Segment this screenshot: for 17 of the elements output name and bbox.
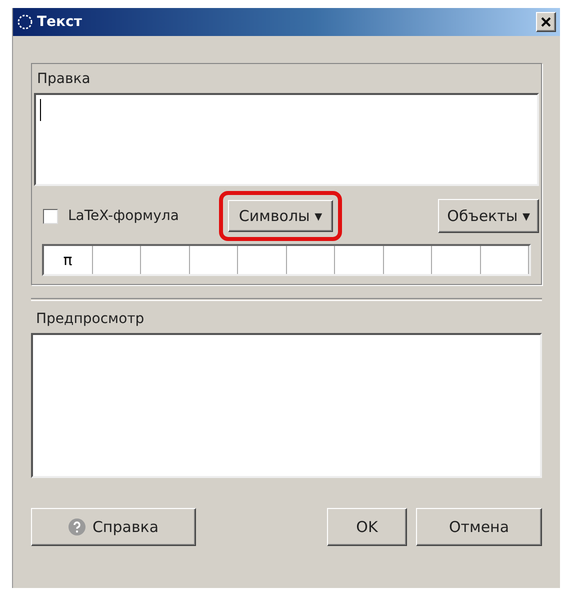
circle-icon	[17, 14, 33, 30]
objects-button[interactable]: Объекты ▾	[438, 199, 539, 233]
window-title: Текст	[37, 12, 82, 32]
symbol-cell[interactable]: π	[44, 246, 92, 274]
question-icon	[68, 518, 86, 536]
latex-label: LaTeX-формула	[68, 206, 179, 226]
help-button[interactable]: Справка	[31, 508, 196, 546]
close-button[interactable]	[536, 12, 556, 32]
close-icon	[541, 17, 551, 27]
preview-label: Предпросмотр	[35, 310, 146, 329]
cancel-button[interactable]: Отмена	[416, 508, 542, 546]
text-cursor	[40, 99, 41, 121]
edit-field[interactable]	[34, 93, 539, 186]
symbols-button[interactable]: Символы ▾	[228, 200, 334, 232]
edit-label: Правка	[36, 70, 92, 89]
ok-button[interactable]: OK	[327, 508, 407, 546]
latex-checkbox[interactable]	[43, 208, 58, 224]
